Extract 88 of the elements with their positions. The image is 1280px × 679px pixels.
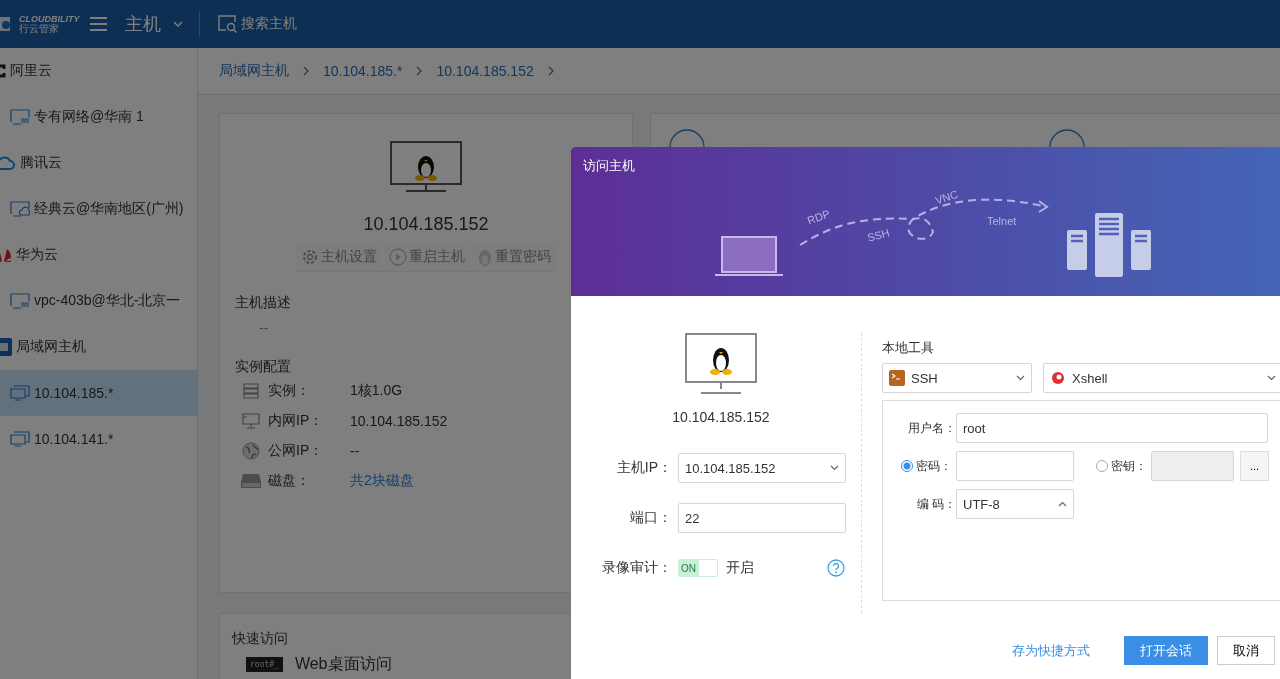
config-label: 实例：: [268, 382, 311, 400]
username-field[interactable]: root: [956, 413, 1268, 443]
field-label: 主机IP：: [615, 459, 673, 477]
host-ip: 10.104.185.152: [672, 409, 770, 425]
sidebar-item[interactable]: 华为云: [0, 232, 197, 278]
search-button[interactable]: 搜索主机: [218, 15, 297, 33]
arc-icon: [669, 129, 705, 147]
search-icon: [218, 15, 238, 33]
brand-subtitle: 行云管家: [19, 23, 60, 34]
field-label: 端口：: [629, 509, 673, 527]
password-field[interactable]: [956, 451, 1074, 481]
config-value: 10.104.185.152: [350, 413, 448, 429]
cancel-button[interactable]: 取消: [1217, 636, 1275, 665]
caret-icon: [830, 465, 839, 471]
sidebar-item[interactable]: 10.104.141.*: [0, 416, 197, 462]
switch-state-text: 开启: [726, 559, 754, 577]
vpc-monitor-icon: [10, 293, 30, 309]
sidebar-item[interactable]: 专有网络@华南 1: [0, 94, 197, 140]
brand-name: CLOUDBILITY: [19, 14, 80, 24]
sidebar-item[interactable]: 经典云@华南地区(广州): [0, 186, 197, 232]
sidebar-item[interactable]: 腾讯云: [0, 140, 197, 186]
cloud-monitor-icon: [10, 201, 30, 217]
field-label: 录像审计：: [601, 559, 673, 577]
caret-icon: [1267, 375, 1276, 381]
config-value: --: [350, 443, 360, 459]
port-field[interactable]: 22: [678, 503, 846, 533]
sidebar-item[interactable]: vpc-403b@华北-北京一: [0, 278, 197, 324]
servers-icon: [1067, 213, 1151, 277]
config-value: 1核1.0G: [350, 382, 403, 400]
sidebar-item[interactable]: 阿里云: [0, 48, 197, 94]
chevron-icon: [547, 66, 554, 76]
host-ip: 10.104.185.152: [363, 214, 489, 235]
encoding-select[interactable]: UTF-8: [956, 489, 1074, 519]
monitor-icon: [240, 413, 262, 429]
config-label: 内网IP：: [268, 412, 325, 430]
settings-icon: [301, 248, 319, 266]
dialog-title: 访问主机: [582, 157, 636, 175]
field-label: 用户名：: [907, 419, 956, 437]
record-switch[interactable]: ON: [678, 559, 718, 577]
caret-icon: [1058, 501, 1067, 507]
caret-icon: [1016, 375, 1025, 381]
breadcrumb-link[interactable]: 10.104.185.152: [436, 63, 534, 79]
host-ip-select[interactable]: 10.104.185.152: [678, 453, 846, 483]
chevron-icon: [416, 66, 423, 76]
laptop-icon: [715, 235, 783, 277]
auth-radio[interactable]: 密码：: [901, 457, 956, 475]
config-link[interactable]: 共2块磁盘: [350, 472, 414, 490]
breadcrumb-link[interactable]: 10.104.185.*: [323, 63, 403, 79]
quick-access-link[interactable]: Web桌面访问: [294, 654, 392, 675]
browse-button[interactable]: ...: [1240, 451, 1269, 481]
caret-icon[interactable]: [173, 21, 183, 27]
auth-radio[interactable]: 密钥：: [1096, 457, 1151, 475]
play-icon: [389, 248, 407, 266]
open-session-button[interactable]: 打开会话: [1124, 636, 1208, 665]
monitors-icon: [10, 385, 30, 401]
protocol-select[interactable]: SSH: [882, 363, 1032, 393]
menu-icon[interactable]: [90, 17, 107, 31]
monitors-icon: [10, 431, 30, 447]
cloud-icon: [0, 155, 16, 171]
section-heading: 快速访问: [232, 630, 289, 648]
save-shortcut-link[interactable]: 存为快捷方式: [1012, 641, 1090, 660]
breadcrumb-link[interactable]: 局域网主机: [219, 62, 289, 80]
section-heading: 本地工具: [882, 339, 935, 357]
globe-icon: [240, 442, 262, 460]
sidebar-item[interactable]: 10.104.185.*: [0, 370, 197, 416]
protocol-label: RDP: [805, 207, 832, 227]
linux-monitor-icon: [390, 141, 462, 193]
help-icon[interactable]: [827, 559, 845, 577]
description-text: --: [259, 320, 270, 336]
protocol-label: VNC: [933, 187, 960, 207]
vpc-monitor-icon: [10, 109, 30, 125]
shell-logo-icon: [1050, 371, 1066, 385]
section-title[interactable]: 主机: [125, 12, 161, 36]
arc-icon: [1049, 129, 1085, 147]
section-heading: 实例配置: [235, 358, 292, 376]
sidebar-item[interactable]: 局域网主机: [0, 324, 197, 370]
protocol-label: SSH: [865, 226, 891, 244]
server-icon: [240, 383, 262, 399]
chevron-icon: [303, 66, 309, 76]
client-select[interactable]: Xshell: [1043, 363, 1280, 393]
config-label: 磁盘：: [268, 472, 311, 490]
terminal-icon: [889, 370, 905, 386]
section-heading: 主机描述: [235, 294, 292, 312]
field-label: 编 码：: [915, 495, 956, 513]
config-label: 公网IP：: [268, 442, 325, 460]
protocol-label: Telnet: [987, 215, 1017, 227]
terminal-icon: root#_: [246, 657, 283, 672]
linux-monitor-icon: [685, 333, 757, 395]
